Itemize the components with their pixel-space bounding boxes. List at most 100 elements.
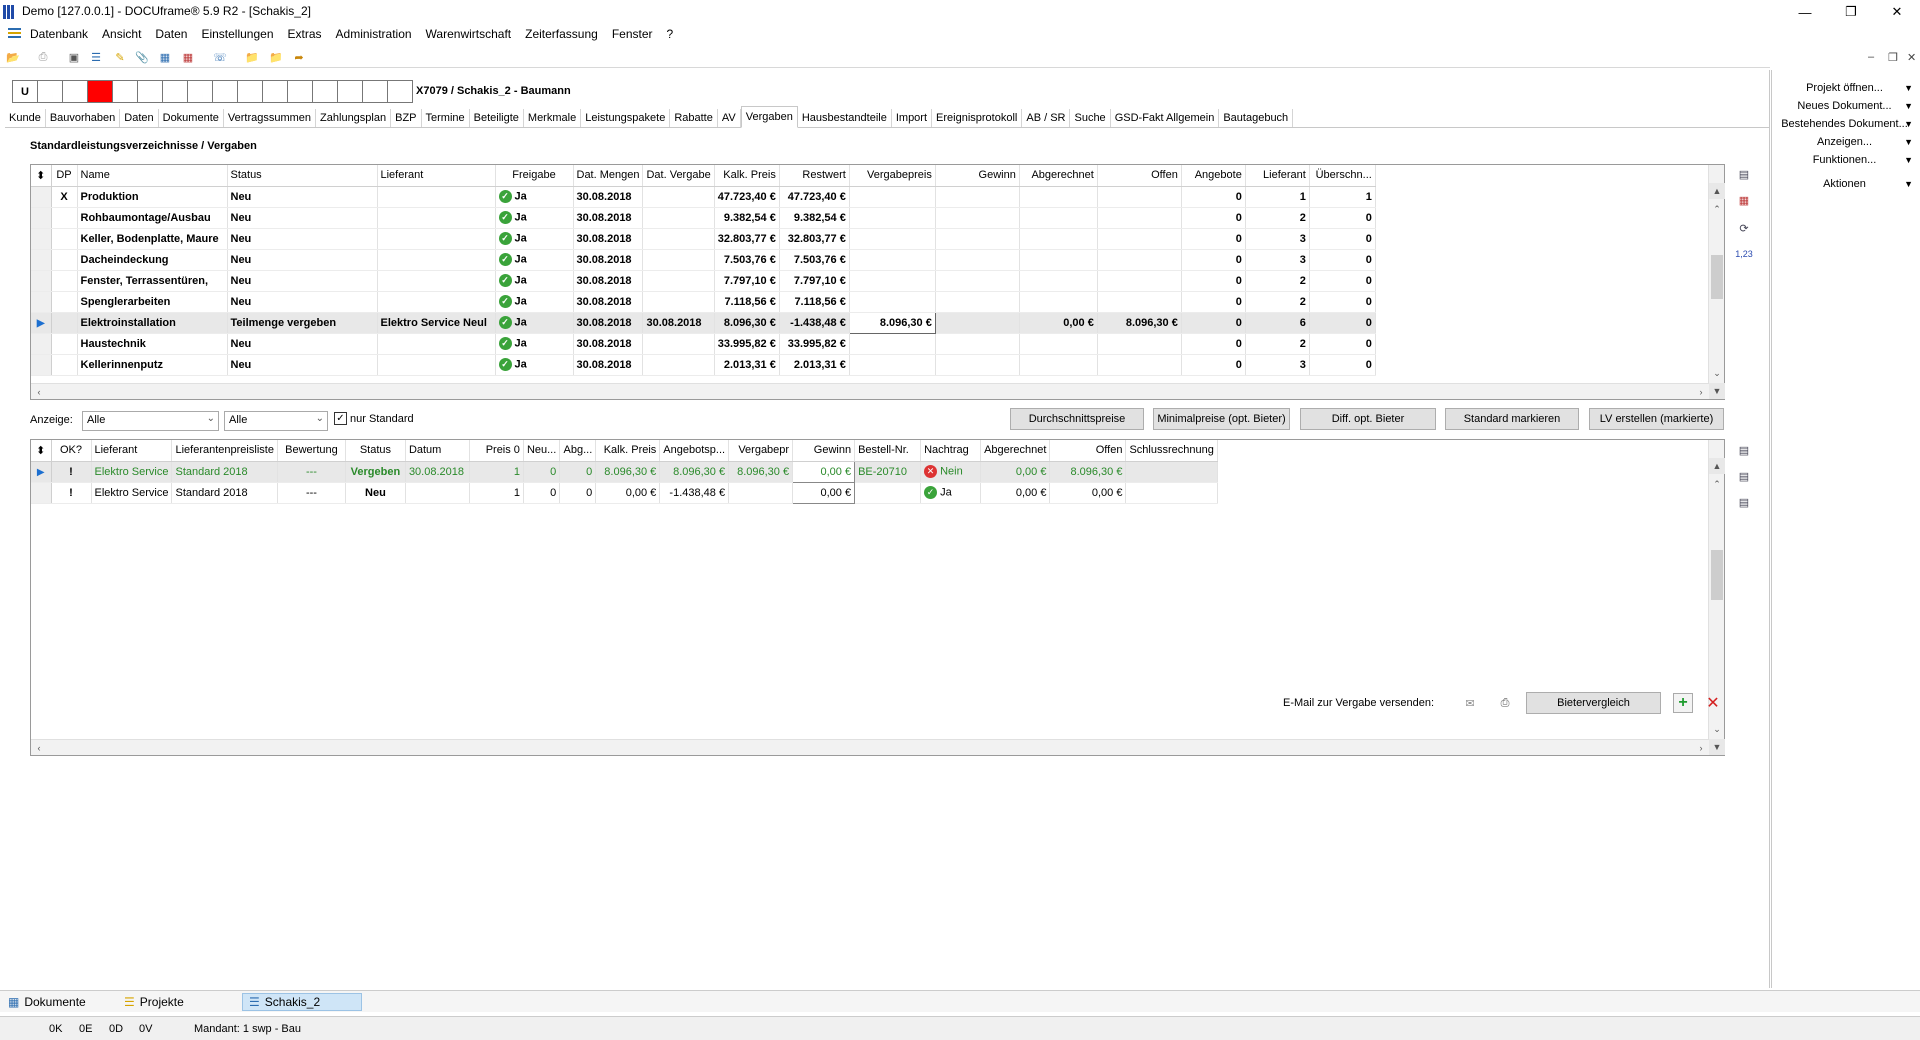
column-header[interactable]: Status [345, 440, 406, 462]
scroll-bottom-icon[interactable]: ▼ [1709, 383, 1725, 399]
row-selector[interactable] [31, 354, 52, 376]
card-icon[interactable]: ▣ [66, 49, 82, 65]
column-header[interactable]: Schlussrechnung [1125, 440, 1218, 462]
scroll-right-icon[interactable]: › [1693, 740, 1709, 756]
print-icon[interactable]: ⎙ [35, 49, 51, 65]
scroll-down-icon[interactable]: ⌄ [1709, 365, 1725, 381]
tab-bautagebuch[interactable]: Bautagebuch [1219, 109, 1294, 127]
column-header[interactable]: Vergabepr [728, 440, 794, 462]
table-row[interactable]: Keller, Bodenplatte, Maure Neu ✓ Ja 30.08.20… [31, 228, 1376, 250]
minimalpreise-button[interactable]: Minimalpreise (opt. Bieter) [1153, 408, 1290, 430]
scroll-left-icon[interactable]: ‹ [31, 384, 47, 400]
offer-horizontal-scrollbar[interactable]: ‹ › [31, 739, 1709, 755]
new-folder-icon[interactable]: 📁 [244, 49, 260, 65]
tab-vertragssummen[interactable]: Vertragssummen [224, 109, 317, 127]
table-row[interactable]: ! Elektro Service Standard 2018 --- Neu 1 0 0 0,… [31, 481, 1218, 504]
lv-scroll-thumb[interactable] [1711, 255, 1723, 299]
panel-aktionen[interactable]: Aktionen ▼ [1772, 174, 1917, 194]
sort-toggle-icon[interactable]: ⬍ [31, 165, 52, 187]
column-header[interactable]: Preis 0 [469, 440, 524, 462]
row-selector[interactable] [31, 291, 52, 313]
column-header[interactable]: Gewinn [792, 440, 856, 462]
menu-item[interactable]: Ansicht [102, 27, 141, 41]
menu-item[interactable]: Datenbank [30, 27, 88, 41]
phone-icon[interactable]: ☏ [212, 49, 228, 65]
calendar-edit-icon[interactable]: ▦ [1736, 192, 1752, 208]
column-header[interactable]: Kalk. Preis [714, 165, 780, 187]
status-box[interactable] [162, 80, 188, 103]
scroll-top-icon[interactable]: ▲ [1709, 458, 1725, 474]
document-list-icon[interactable]: ▤ [1736, 494, 1752, 510]
table-row[interactable]: X Produktion Neu ✓ Ja 30.08.2018 47.723,40 €47… [31, 186, 1376, 208]
column-header[interactable]: Angebotsp... [659, 440, 730, 462]
maximize-icon[interactable]: ❐ [1828, 0, 1874, 24]
tab-dokumente[interactable]: Dokumente [159, 109, 224, 127]
bietervergleich-button[interactable]: Bietervergleich [1526, 692, 1661, 714]
scroll-right-icon[interactable]: › [1693, 384, 1709, 400]
folder-export-icon[interactable]: ➦ [291, 49, 307, 65]
panel-projekt-ffnen[interactable]: Projekt öffnen... ▼ [1772, 78, 1917, 98]
status-box[interactable] [212, 80, 238, 103]
anzeige-select-2[interactable]: Alle ⌄ [224, 411, 328, 431]
status-box[interactable] [362, 80, 388, 103]
add-icon[interactable]: + [1673, 693, 1693, 713]
status-box[interactable]: U [12, 80, 38, 103]
status-box[interactable] [37, 80, 63, 103]
close-icon[interactable]: ✕ [1874, 0, 1920, 24]
folder-move-icon[interactable]: 📁 [268, 49, 284, 65]
row-selector[interactable] [31, 482, 52, 504]
anzeige-select-1[interactable]: Alle ⌄ [82, 411, 219, 431]
delete-icon[interactable]: ✕ [1703, 693, 1723, 713]
status-box[interactable] [337, 80, 363, 103]
column-header[interactable]: Abg... [559, 440, 597, 462]
column-header[interactable]: Status [227, 165, 378, 187]
refresh-icon[interactable]: ⟳ [1736, 220, 1752, 236]
document-menu-icon[interactable] [8, 28, 21, 40]
column-header[interactable]: Gewinn [935, 165, 1020, 187]
menu-item[interactable]: Einstellungen [201, 27, 273, 41]
lv-vertical-scrollbar[interactable]: ▲ ⌃ ⌄ ▼ [1708, 165, 1725, 399]
tab-beteiligte[interactable]: Beteiligte [470, 109, 524, 127]
panel-anzeigen[interactable]: Anzeigen... ▼ [1772, 132, 1917, 152]
durchschnittspreise-button[interactable]: Durchschnittspreise [1010, 408, 1144, 430]
mdi-restore-icon[interactable]: ❐ [1888, 51, 1898, 64]
table-row[interactable]: ▶ Elektroinstallation Teilmenge vergeben El… [31, 311, 1376, 334]
tab-gsd-fakt-allgemein[interactable]: GSD-Fakt Allgemein [1111, 109, 1220, 127]
bottom-tab-projekte[interactable]: ☰ Projekte [118, 993, 190, 1011]
lv-horizontal-scrollbar[interactable]: ‹ › [31, 383, 1709, 399]
menu-item[interactable]: Zeiterfassung [525, 27, 598, 41]
column-header[interactable]: Offen [1049, 440, 1127, 462]
calendar-icon[interactable]: ▦ [180, 49, 196, 65]
bottom-tab-schakis[interactable]: ☰ Schakis_2 [242, 993, 362, 1011]
tab-zahlungsplan[interactable]: Zahlungsplan [316, 109, 392, 127]
table-row[interactable]: ▶! Elektro Service Standard 2018 --- Vergebe… [31, 460, 1218, 483]
tab-leistungspakete[interactable]: Leistungspakete [581, 109, 671, 127]
tab-vergaben[interactable]: Vergaben [740, 106, 798, 128]
scroll-up-icon[interactable]: ⌃ [1709, 476, 1725, 492]
table-row[interactable]: Kellerinnenputz Neu ✓ Ja 30.08.2018 2.013,31 … [31, 354, 1376, 376]
scroll-bottom-icon[interactable]: ▼ [1709, 739, 1725, 755]
document-icon[interactable]: ▤ [1736, 468, 1752, 484]
menu-item[interactable]: Fenster [612, 27, 653, 41]
tab-hausbestandteile[interactable]: Hausbestandteile [798, 109, 892, 127]
row-selector[interactable] [31, 249, 52, 271]
column-header[interactable]: Datum [405, 440, 470, 462]
column-header[interactable]: Abgerechnet [1019, 165, 1098, 187]
column-header[interactable]: Dat. Vergabe [642, 165, 715, 187]
status-box[interactable] [312, 80, 338, 103]
column-header[interactable]: Abgerechnet [980, 440, 1051, 462]
table-row[interactable]: Rohbaumontage/Ausbau Neu ✓ Ja 30.08.2018 9.38… [31, 207, 1376, 229]
column-header[interactable]: Lieferant [91, 440, 173, 462]
column-header[interactable]: Neu... [523, 440, 561, 462]
number-format-icon[interactable]: 1,23 [1732, 246, 1756, 262]
grid-icon[interactable]: ▦ [157, 49, 173, 65]
mdi-close-icon[interactable]: ✕ [1907, 51, 1916, 64]
row-selector[interactable] [31, 186, 52, 208]
column-header[interactable]: Kalk. Preis [595, 440, 661, 462]
row-selector[interactable] [31, 333, 52, 355]
column-header[interactable]: Name [77, 165, 228, 187]
status-box[interactable] [187, 80, 213, 103]
panel-bestehendes-dokument[interactable]: Bestehendes Dokument... ▼ [1772, 114, 1917, 134]
status-box[interactable] [62, 80, 88, 103]
tab-import[interactable]: Import [892, 109, 933, 127]
